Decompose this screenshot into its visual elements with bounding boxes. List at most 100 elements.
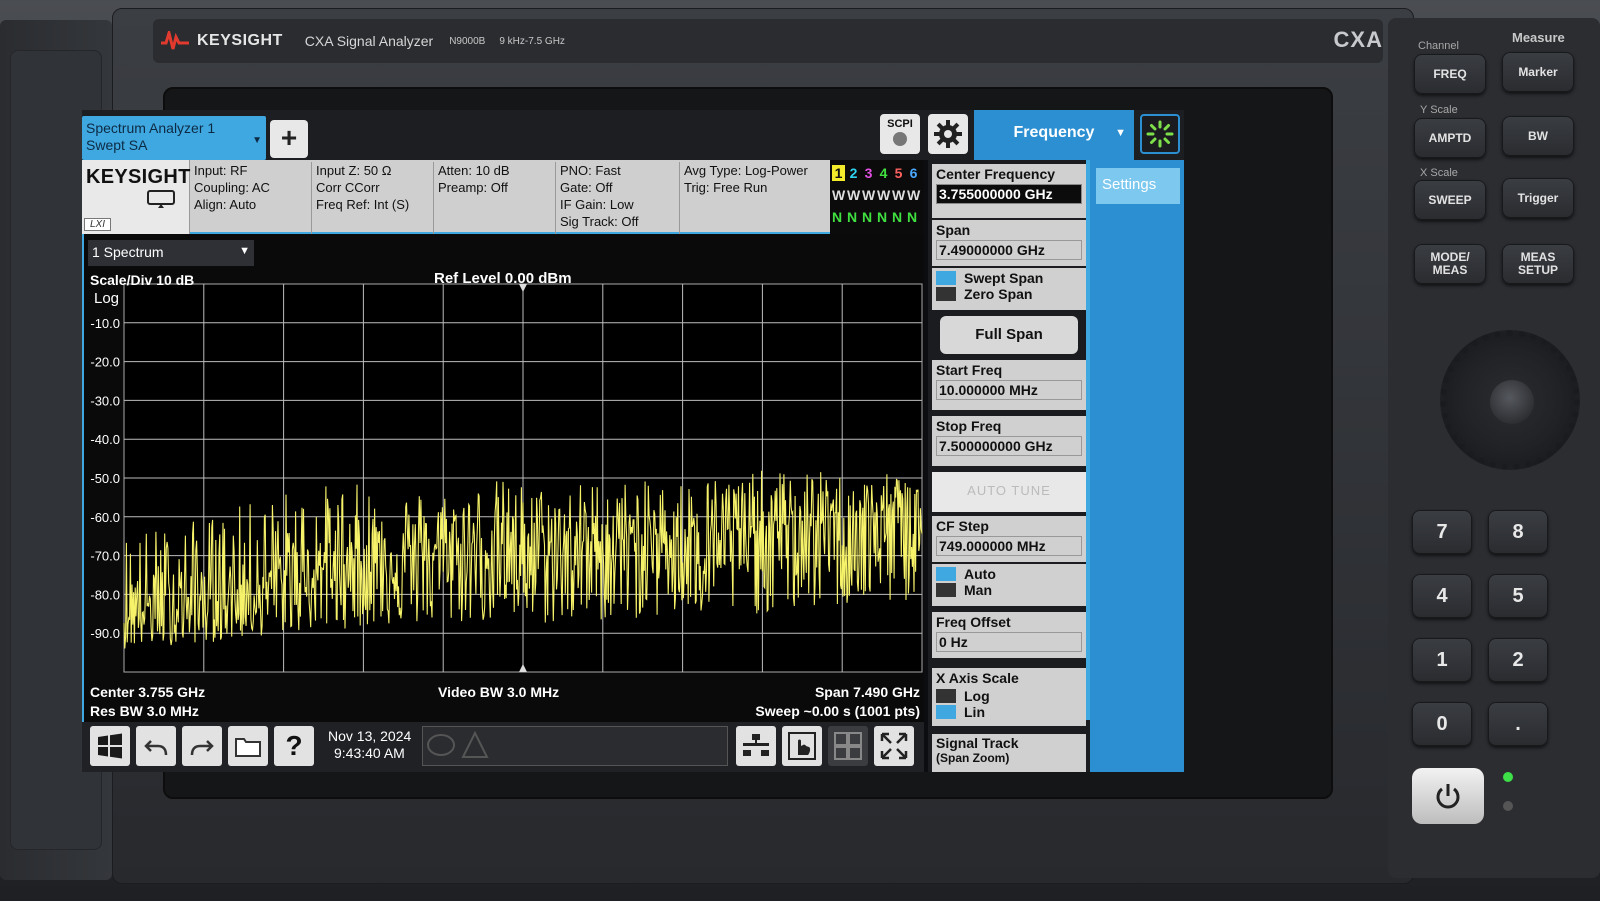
- swept-span-option[interactable]: Swept Span: [936, 270, 1082, 286]
- grid-icon: [834, 732, 862, 760]
- trace-6-detector: N: [907, 209, 918, 225]
- softkey-x-axis-scale[interactable]: X Axis Scale Log Lin: [932, 668, 1086, 726]
- lin-option[interactable]: Lin: [936, 704, 1082, 720]
- date-label: Nov 13, 2024: [328, 728, 412, 744]
- maximize-button[interactable]: [874, 726, 914, 766]
- trace-2-number: 2: [849, 165, 858, 181]
- time-label: 9:43:40 AM: [334, 745, 405, 761]
- start-freq-value: 10.000000 MHz: [936, 380, 1082, 400]
- trace-3-detector: N: [862, 209, 873, 225]
- softkey-span[interactable]: Span 7.49000000 GHz: [932, 220, 1086, 266]
- softkey-start-freq[interactable]: Start Freq 10.000000 MHz: [932, 360, 1086, 410]
- cf-step-label: CF Step: [936, 518, 989, 534]
- key-5[interactable]: 5: [1488, 574, 1548, 618]
- spectrum-plot[interactable]: -10.0 -20.0 -30.0 -40.0 -50.0 -60.0 -70.0 -80.0…: [84, 234, 926, 722]
- freq-offset-value: 0 Hz: [936, 632, 1082, 652]
- local-button[interactable]: [736, 726, 776, 766]
- full-span-button[interactable]: Full Span: [940, 316, 1078, 354]
- cf-step-value: 749.000000 MHz: [936, 536, 1082, 556]
- scpi-label: SCPI: [887, 118, 913, 130]
- auto-option[interactable]: Auto: [936, 566, 1082, 582]
- marker-key[interactable]: Marker: [1502, 52, 1574, 92]
- key-1[interactable]: 1: [1412, 638, 1472, 682]
- auto-tune-button[interactable]: AUTO TUNE: [932, 472, 1086, 512]
- span-label: Span: [936, 222, 971, 238]
- windows-start-button[interactable]: [90, 726, 130, 766]
- zero-span-option[interactable]: Zero Span: [936, 286, 1082, 302]
- trace-1-number: 1: [832, 165, 845, 181]
- trace-indicator[interactable]: 123456 WWWWWW NNNNNN: [830, 160, 924, 234]
- expand-icon: [880, 732, 908, 760]
- scpi-status-icon: [893, 132, 907, 146]
- file-folder-button[interactable]: [228, 726, 268, 766]
- redo-button[interactable]: [182, 726, 222, 766]
- model-number: N9000B: [449, 35, 486, 47]
- trigger-key[interactable]: Trigger: [1502, 178, 1574, 218]
- freq-key[interactable]: FREQ: [1414, 54, 1486, 94]
- info-align: Align: Auto: [194, 197, 257, 212]
- keysight-info-logo: KEYSIGHT LXI: [82, 160, 190, 234]
- rotary-knob[interactable]: [1440, 330, 1580, 470]
- freq-offset-label: Freq Offset: [936, 614, 1011, 630]
- radio-unselected-icon: [936, 583, 956, 597]
- info-col-avg: Avg Type: Log-Power Trig: Free Run: [680, 162, 830, 234]
- info-corr: Corr CCorr: [316, 180, 380, 195]
- key-8[interactable]: 8: [1488, 510, 1548, 554]
- trace-1-type: W: [832, 187, 846, 203]
- menu-tab-frequency[interactable]: Frequency ▼: [974, 110, 1134, 160]
- frequency-range: 9 kHz-7.5 GHz: [499, 35, 565, 47]
- mode-tab[interactable]: Spectrum Analyzer 1 Swept SA ▼: [82, 116, 266, 160]
- amptd-key[interactable]: AMPTD: [1414, 118, 1486, 158]
- mode-meas-key[interactable]: MODE/ MEAS: [1414, 244, 1486, 284]
- sweep-key[interactable]: SWEEP: [1414, 180, 1486, 220]
- key-0[interactable]: 0: [1412, 702, 1472, 746]
- softkey-menu-panel: Center Frequency 3.755000000 GHz Span 7.…: [928, 160, 1090, 772]
- tab-settings[interactable]: Settings: [1096, 168, 1180, 204]
- log-option[interactable]: Log: [936, 688, 1082, 704]
- softkey-signal-track[interactable]: Signal Track (Span Zoom): [932, 734, 1086, 772]
- trace-2-detector: N: [847, 209, 858, 225]
- spectrum-graph-area[interactable]: -10.0 -20.0 -30.0 -40.0 -50.0 -60.0 -70.0 -80.0…: [82, 234, 924, 722]
- span-value: 7.49000000 GHz: [936, 240, 1082, 260]
- add-screen-button[interactable]: +: [270, 120, 308, 158]
- video-bw-annotation: Video BW 3.0 MHz: [438, 684, 560, 700]
- settings-gear-button[interactable]: [928, 114, 968, 154]
- softkey-stop-freq[interactable]: Stop Freq 7.500000000 GHz: [932, 416, 1086, 466]
- view-select-dropdown[interactable]: 1 Spectrum ▼: [88, 240, 254, 266]
- help-button[interactable]: ?: [274, 726, 314, 766]
- key-2[interactable]: 2: [1488, 638, 1548, 682]
- radio-selected-icon: [936, 271, 956, 285]
- touch-hand-icon: [788, 732, 816, 760]
- trace-1-detector: N: [832, 209, 843, 225]
- key-7[interactable]: 7: [1412, 510, 1472, 554]
- trace-6-type: W: [907, 187, 921, 203]
- softkey-cf-step[interactable]: CF Step 749.000000 MHz: [932, 516, 1086, 562]
- busy-indicator-button[interactable]: [1140, 114, 1180, 154]
- ref-level-label[interactable]: Ref Level 0.00 dBm: [434, 270, 572, 287]
- undo-button[interactable]: [136, 726, 176, 766]
- y-scale-group-label: Y Scale: [1420, 104, 1458, 116]
- bw-key[interactable]: BW: [1502, 116, 1574, 156]
- info-avg-type: Avg Type: Log-Power: [684, 163, 808, 178]
- touch-lock-button[interactable]: [782, 726, 822, 766]
- message-status-icon: [427, 730, 489, 758]
- softkey-freq-offset[interactable]: Freq Offset 0 Hz: [932, 612, 1086, 658]
- softkey-swept-zero-span[interactable]: Swept Span Zero Span: [932, 268, 1086, 310]
- center-frequency-value[interactable]: 3.755000000 GHz: [936, 184, 1082, 204]
- power-button[interactable]: [1412, 768, 1484, 824]
- man-option[interactable]: Man: [936, 582, 1082, 598]
- softkey-cf-step-mode[interactable]: Auto Man: [932, 564, 1086, 606]
- trace-6-number: 6: [909, 165, 918, 181]
- power-icon: [1436, 784, 1460, 809]
- meas-setup-key[interactable]: MEAS SETUP: [1502, 244, 1574, 284]
- multi-window-button[interactable]: [828, 726, 868, 766]
- key-decimal[interactable]: .: [1488, 702, 1548, 746]
- key-4[interactable]: 4: [1412, 574, 1472, 618]
- message-area[interactable]: [422, 726, 728, 766]
- softkey-center-frequency[interactable]: Center Frequency 3.755000000 GHz: [932, 164, 1086, 218]
- x-axis-scale-label: X Axis Scale: [936, 670, 1019, 686]
- info-if-gain: IF Gain: Low: [560, 197, 634, 212]
- dropdown-arrow-icon: ▼: [239, 245, 250, 257]
- info-logo-text: KEYSIGHT: [86, 166, 191, 188]
- scpi-button[interactable]: SCPI: [880, 114, 920, 154]
